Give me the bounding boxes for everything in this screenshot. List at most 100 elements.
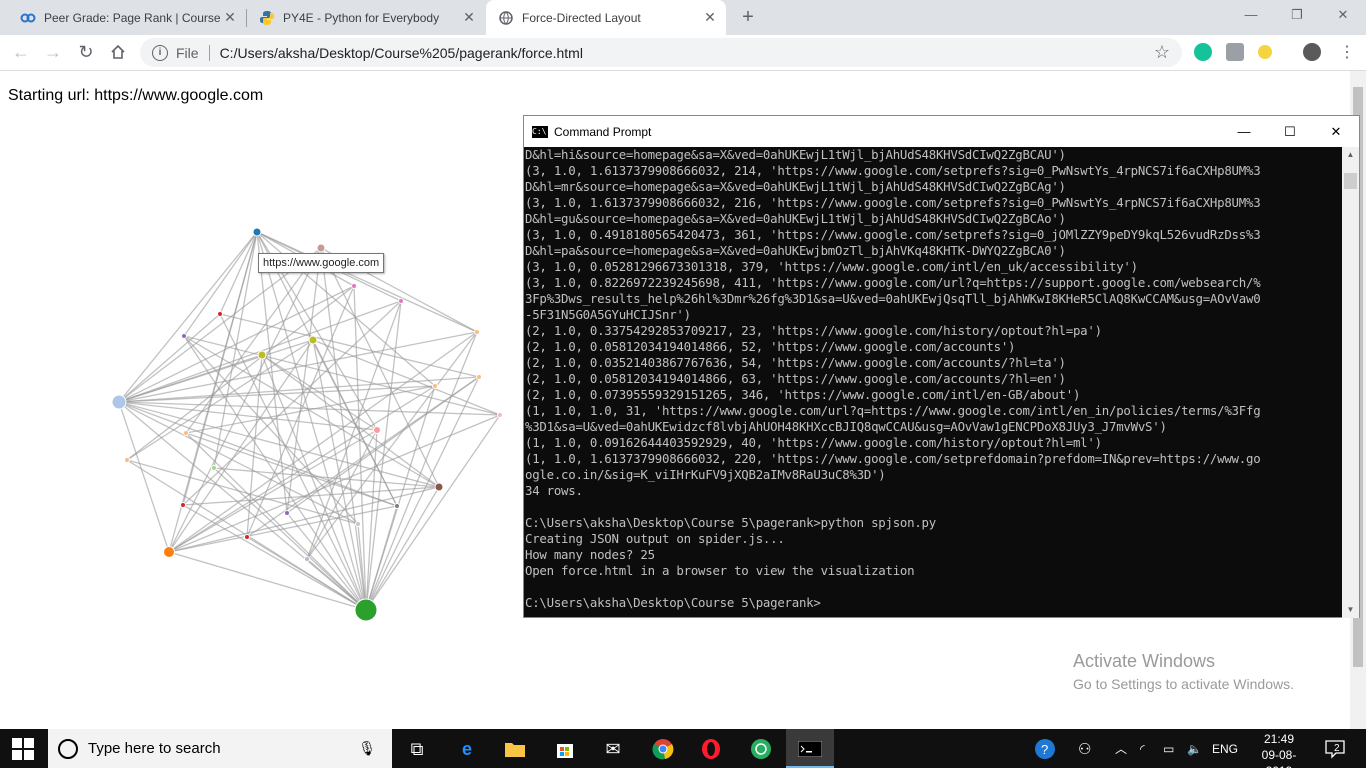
chevron-up-icon[interactable]: ︿ [1115,729,1127,768]
graph-node[interactable] [124,457,130,463]
tab-coursera[interactable]: Peer Grade: Page Rank | Coursera ✕ [8,0,246,35]
menu-dots-icon[interactable]: ⋮ [1334,39,1360,65]
home-icon[interactable] [105,39,131,65]
new-tab-button[interactable]: + [736,6,760,28]
console-line: Open force.html in a browser to view the… [525,563,915,578]
people-icon[interactable]: ⚇ [1078,729,1091,768]
graph-node[interactable] [373,426,381,434]
microphone-icon[interactable]: 🎙 [358,740,376,757]
graph-node[interactable] [111,394,127,410]
close-tab-icon[interactable]: ✕ [459,9,479,26]
scroll-up-icon[interactable]: ▲ [1342,147,1359,163]
mail-icon[interactable]: ✉ [600,736,626,762]
graph-node[interactable] [394,503,400,509]
grammarly-icon[interactable] [1194,43,1212,61]
graph-node[interactable] [180,502,186,508]
tab-py4e[interactable]: PY4E - Python for Everybody ✕ [247,0,485,35]
console-line: D&hl=hi&source=homepage&sa=X&ved=0ahUKEw… [525,147,1066,162]
close-tab-icon[interactable]: ✕ [220,9,240,26]
url-text[interactable]: C:/Users/aksha/Desktop/Course%205/pagera… [220,45,583,61]
graph-node[interactable] [476,374,482,380]
edge-icon[interactable]: e [454,736,480,762]
system-clock[interactable]: 21:49 09-08-2019 [1250,731,1308,779]
graph-node[interactable] [432,383,438,389]
force-directed-graph[interactable] [100,220,520,630]
info-icon[interactable]: i [152,44,168,61]
file-explorer-icon[interactable] [502,736,528,762]
graph-node[interactable] [257,350,267,360]
graph-node[interactable] [217,311,223,317]
command-prompt-icon[interactable] [797,736,823,762]
graph-node[interactable] [354,598,378,622]
graph-node[interactable] [351,283,357,289]
profile-avatar[interactable] [1303,43,1321,61]
graph-node[interactable] [211,465,217,471]
notifications-icon[interactable]: 2 [1324,729,1346,768]
activate-subtitle: Go to Settings to activate Windows. [1073,676,1294,692]
graph-node[interactable] [434,482,444,492]
graph-node[interactable] [304,556,310,562]
command-prompt-window[interactable]: C:\ Command Prompt — ☐ ✕ D&hl=hi&source=… [523,115,1360,618]
graph-node[interactable] [183,430,189,436]
graph-node[interactable] [244,534,250,540]
graph-node[interactable] [163,546,175,558]
close-window-icon[interactable]: ✕ [1320,0,1366,30]
windows-start-icon[interactable] [12,738,34,760]
graph-link [118,385,436,403]
search-placeholder: Type here to search [88,740,221,757]
graph-node[interactable] [398,298,404,304]
console-line: D&hl=pa&source=homepage&sa=X&ved=0ahUKEw… [525,243,1066,258]
graph-node[interactable] [284,510,290,516]
cmd-close-icon[interactable]: ✕ [1313,116,1359,147]
graph-link [118,401,170,553]
opera-icon[interactable] [698,736,724,762]
minimize-icon[interactable]: — [1228,0,1274,30]
graph-node[interactable] [252,227,262,237]
task-view-icon[interactable]: ⧉ [404,736,430,762]
graph-node[interactable] [181,333,187,339]
scroll-down-icon[interactable]: ▼ [1342,602,1359,618]
close-tab-icon[interactable]: ✕ [700,9,720,26]
wifi-icon[interactable]: ◜ [1140,729,1145,768]
console-line: D&hl=gu&source=homepage&sa=X&ved=0ahUKEw… [525,211,1066,226]
taskbar-search-box[interactable]: Type here to search 🎙 [48,729,392,768]
console-line: (3, 1.0, 1.6137379908666032, 214, 'https… [525,163,1261,178]
battery-icon[interactable]: ▭ [1163,729,1174,768]
language-indicator[interactable]: ENG [1212,729,1238,768]
graph-node[interactable] [497,412,503,418]
browser-toolbar: ← → ↻ i File C:/Users/aksha/Desktop/Cour… [0,35,1366,71]
reload-icon[interactable]: ↻ [73,39,99,65]
cmd-titlebar[interactable]: C:\ Command Prompt — ☐ ✕ [524,116,1359,147]
cmd-minimize-icon[interactable]: — [1221,116,1267,147]
console-line: 3Fp%3Dws_results_help%26hl%3Dmr%26fg%3D1… [525,291,1261,306]
console-line: (1, 1.0, 1.0, 31, 'https://www.google.co… [525,403,1261,418]
graph-link [286,376,480,514]
store-icon[interactable] [552,736,578,762]
chrome-icon[interactable] [650,736,676,762]
graph-link [365,505,398,611]
address-bar[interactable]: i File C:/Users/aksha/Desktop/Course%205… [140,38,1182,67]
graph-node[interactable] [474,329,480,335]
graph-node[interactable] [316,243,326,253]
cmd-maximize-icon[interactable]: ☐ [1267,116,1313,147]
tab-force-layout[interactable]: Force-Directed Layout ✕ [486,0,726,35]
url-scheme-label: File [176,44,199,61]
volume-icon[interactable]: 🔈 [1187,729,1202,768]
tab-title: PY4E - Python for Everybody [283,10,440,25]
activate-title: Activate Windows [1073,651,1216,671]
restore-icon[interactable]: ❐ [1274,0,1320,30]
forward-arrow-icon[interactable]: → [40,39,66,65]
help-icon[interactable]: ? [1034,729,1056,768]
cmd-scrollbar[interactable]: ▲ ▼ [1342,147,1359,618]
app-green-icon[interactable] [748,736,774,762]
cmd-scrollbar-thumb[interactable] [1344,173,1357,189]
moon-extension-icon[interactable] [1258,45,1272,59]
console-line: (1, 1.0, 1.6137379908666032, 220, 'https… [525,451,1261,466]
graph-node[interactable] [355,521,361,527]
graph-node[interactable] [308,335,318,345]
extension-cube-icon[interactable] [1226,43,1244,61]
back-arrow-icon[interactable]: ← [8,39,34,65]
console-output[interactable]: D&hl=hi&source=homepage&sa=X&ved=0ahUKEw… [524,147,1343,618]
bookmark-star-icon[interactable]: ☆ [1154,42,1170,63]
